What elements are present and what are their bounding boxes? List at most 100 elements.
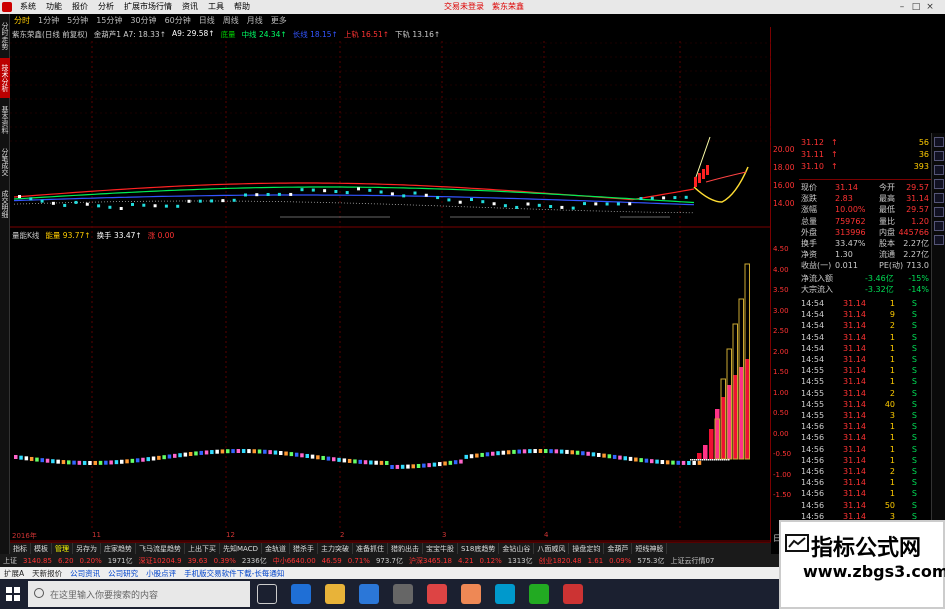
time-axis-label: 11 [92, 531, 101, 539]
period-tab[interactable]: 更多 [267, 14, 291, 27]
toolbar-btn-2-icon[interactable] [934, 151, 944, 161]
tab-tick-trades[interactable]: 分笔成交 [0, 142, 10, 182]
spike-line [705, 171, 747, 183]
menu-item-help[interactable]: 帮助 [229, 0, 255, 14]
toolbar-btn-3-icon[interactable] [934, 165, 944, 175]
taskbar-search-input[interactable]: 在这里输入你要搜索的内容 [28, 581, 250, 607]
period-tab[interactable]: 60分钟 [161, 14, 195, 27]
tick-row: 14:55 31.14 1 S [771, 376, 931, 387]
menu-item-extended-market[interactable]: 扩展市场行情 [119, 0, 177, 14]
tab-trade-detail[interactable]: 成交明细 [0, 184, 10, 224]
chart-area[interactable]: 紫东荣鑫(日线 前复权) 金葫芦1 A7: 18.33↑ A9: 29.58↑ 底量中… [10, 27, 771, 557]
toolbar-btn-7-icon[interactable] [934, 221, 944, 231]
flow-pct: -15% [908, 274, 929, 283]
info-status-item[interactable]: 公司研究 [104, 568, 142, 579]
price-candle [628, 202, 632, 206]
price-candle [571, 206, 575, 210]
period-tab[interactable]: 15分钟 [92, 14, 126, 27]
task-view-icon[interactable] [257, 584, 277, 604]
search-placeholder: 在这里输入你要搜索的内容 [50, 590, 159, 601]
wechat-icon[interactable] [529, 584, 549, 604]
indicator-dot [183, 452, 188, 457]
indicator-dot [581, 451, 585, 456]
indicator-dot [125, 459, 129, 464]
indicator-dot [586, 451, 590, 456]
tick-side: S [911, 310, 917, 320]
indicator-dot [231, 449, 235, 454]
price-candle [458, 200, 462, 204]
menu-item-tools[interactable]: 工具 [203, 0, 229, 14]
index-status-item: 深证10204.9 [138, 556, 182, 565]
order-book-marker: ↑ [831, 162, 838, 171]
order-book-volume: 56 [918, 138, 929, 147]
indicator-dot [722, 459, 724, 461]
period-tab[interactable]: 日线 [195, 14, 219, 27]
maximize-icon[interactable]: □ [909, 0, 923, 14]
quote-row: 现价 31.14 今开 29.57 [771, 182, 931, 193]
indicator-dot [687, 460, 691, 465]
price-candle [470, 197, 473, 201]
indicator-dot [300, 453, 304, 458]
indicator-dot [681, 460, 686, 465]
indicator-dot [475, 453, 479, 458]
menu-item-system[interactable]: 系统 [15, 0, 41, 14]
indicator-dot [718, 459, 720, 461]
windows-start-icon[interactable] [6, 587, 20, 601]
toolbar-btn-6-icon[interactable] [934, 207, 944, 217]
app-red-icon[interactable] [563, 584, 583, 604]
tick-volume: 1 [889, 377, 895, 387]
info-status-item[interactable]: 天新报价 [28, 568, 66, 579]
watermark-url: www.zbgs3.com [803, 562, 945, 581]
indicator-dot [655, 459, 659, 464]
period-tab[interactable]: 月线 [243, 14, 267, 27]
calculator-icon[interactable] [393, 584, 413, 604]
period-tab[interactable]: 1分钟 [34, 14, 63, 27]
toolbar-btn-8-icon[interactable] [934, 235, 944, 245]
indicator-dot [716, 459, 718, 461]
toolbar-btn-5-icon[interactable] [934, 193, 944, 203]
menu-item-function[interactable]: 功能 [41, 0, 67, 14]
price-candle [277, 192, 281, 196]
watermark-title: 指标公式网 [811, 536, 922, 561]
info-status-item[interactable]: 扩展A [0, 568, 28, 579]
menu-item-analysis[interactable]: 分析 [93, 0, 119, 14]
indicator-dot [565, 449, 569, 454]
indicator-dot [178, 453, 182, 458]
watermark-logo-icon [785, 534, 809, 552]
file-explorer-icon[interactable] [325, 584, 345, 604]
chart-canvas[interactable] [10, 27, 771, 557]
period-tab[interactable]: 周线 [219, 14, 243, 27]
indicator-dot [257, 449, 262, 454]
period-tab[interactable]: 30分钟 [126, 14, 160, 27]
menu-item-news[interactable]: 资讯 [177, 0, 203, 14]
trading-app-icon[interactable] [427, 584, 447, 604]
tab-technical[interactable]: 技术分析 [0, 58, 10, 98]
tab-basic-info[interactable]: 基本资料 [0, 100, 10, 140]
stock-name-link[interactable]: 紫东荣鑫 [488, 0, 528, 14]
info-status-item[interactable]: 小股点评 [142, 568, 180, 579]
price-candle [503, 204, 507, 208]
minimize-icon[interactable]: – [895, 0, 909, 14]
tick-row: 14:56 31.14 1 S [771, 455, 931, 466]
period-tab[interactable]: 分时 [10, 14, 34, 27]
period-tab[interactable]: 5分钟 [63, 14, 92, 27]
info-status-item[interactable]: 公司资讯 [66, 568, 104, 579]
price-candle [176, 204, 180, 208]
menu-item-quote[interactable]: 报价 [67, 0, 93, 14]
tick-side: S [911, 343, 917, 353]
browser-icon[interactable] [495, 584, 515, 604]
store-icon[interactable] [359, 584, 379, 604]
trade-login-link[interactable]: 交易未登录 [440, 0, 488, 14]
price-candle [424, 193, 428, 197]
info-status-item[interactable]: 手机版交易软件下载-长每通知 [180, 568, 288, 579]
toolbar-btn-4-icon[interactable] [934, 179, 944, 189]
edge-browser-icon[interactable] [291, 584, 311, 604]
toolbar-btn-1-icon[interactable] [934, 137, 944, 147]
tab-intraday[interactable]: 分时走势 [0, 16, 10, 56]
close-icon[interactable]: × [923, 0, 937, 14]
legend-entry: A9: 29.58↑ [171, 29, 215, 38]
indicator-dot [728, 459, 730, 461]
app-orange-icon[interactable] [461, 584, 481, 604]
flow-value: -3.46亿 [865, 274, 894, 283]
tick-time: 14:55 [801, 411, 825, 420]
